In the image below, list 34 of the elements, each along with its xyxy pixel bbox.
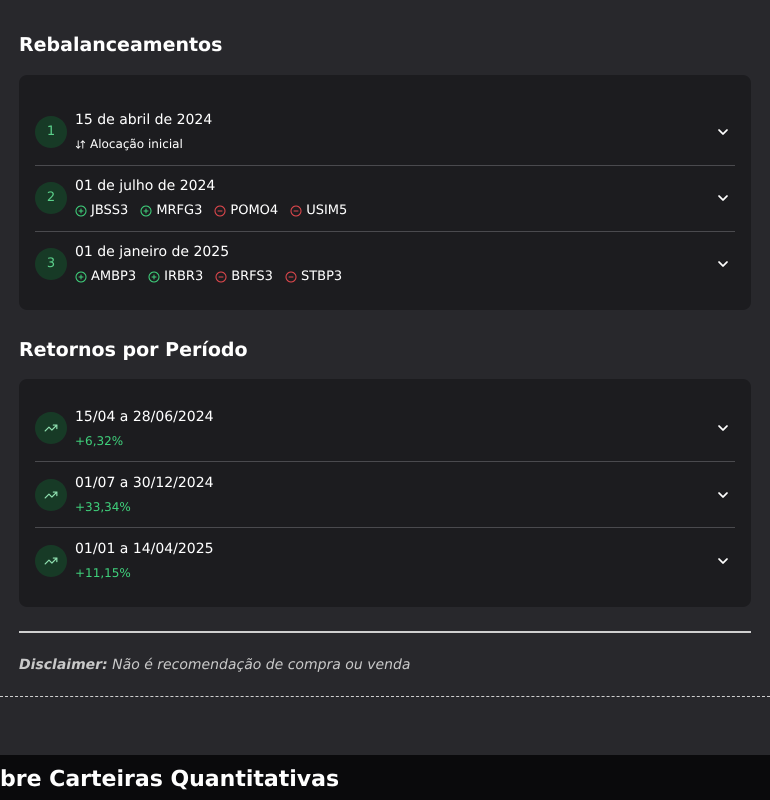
- plus-circle-icon: [140, 204, 152, 216]
- ticker-label: STBP3: [300, 268, 342, 286]
- allocation-note: Alocação inicial: [90, 136, 183, 153]
- period-label: 01/07 a 30/12/2024: [75, 474, 215, 493]
- disclaimer-text: Disclaimer: Não é recomendação de compra ou venda: [19, 656, 412, 675]
- ticker-label: IRBR3: [164, 268, 204, 286]
- step-number-badge: 3: [35, 248, 67, 280]
- minus-circle-icon: [214, 204, 226, 216]
- section-title: Retornos por Período: [19, 338, 249, 362]
- plus-circle-icon: [148, 270, 160, 282]
- return-value: +6,32%: [75, 432, 124, 450]
- ticker-label: JBSS3: [91, 202, 128, 220]
- ticker-label: AMBP3: [91, 268, 136, 286]
- banner-title: bre Carteiras Quantitativas: [0, 766, 340, 794]
- minus-circle-icon: [290, 204, 302, 216]
- plus-circle-icon: [75, 204, 87, 216]
- ticker-label: BRFS3: [231, 268, 273, 286]
- minus-circle-icon: [284, 270, 297, 282]
- plus-circle-icon: [75, 270, 87, 282]
- period-label: 01/01 a 14/04/2025: [75, 540, 215, 559]
- ticker-label: MRFG3: [156, 202, 202, 220]
- return-value: +33,34%: [75, 499, 132, 516]
- return-value: +11,15%: [75, 565, 132, 582]
- ticker-label: POMO4: [230, 202, 278, 220]
- step-number-badge: 2: [35, 182, 67, 214]
- period-label: 15/04 a 28/06/2024: [75, 408, 215, 426]
- rebalance-date: 01 de janeiro de 2025: [75, 242, 230, 262]
- sort-arrows-icon: [75, 138, 86, 150]
- rebalance-date: 15 de abril de 2024: [75, 111, 214, 130]
- ticker-label: USIM5: [306, 202, 348, 220]
- step-number-badge: 1: [35, 116, 67, 148]
- section-title: Rebalanceamentos: [19, 33, 224, 58]
- rebalance-date: 01 de julho de 2024: [75, 176, 216, 196]
- minus-circle-icon: [215, 270, 228, 282]
